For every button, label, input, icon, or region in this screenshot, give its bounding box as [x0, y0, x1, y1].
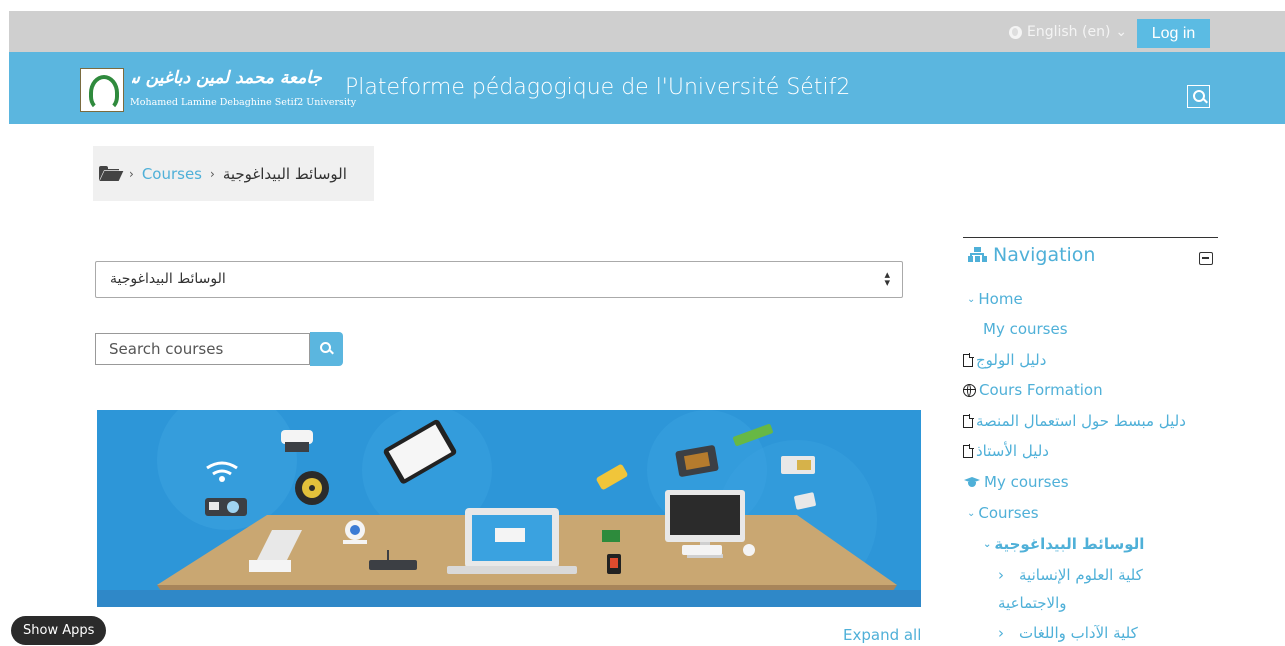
nav-item-courses[interactable]: ⌄ Courses — [967, 504, 1039, 522]
show-apps-button[interactable]: Show Apps — [11, 616, 107, 645]
breadcrumb-current: الوسائط البيداغوجية — [222, 164, 347, 183]
nav-item-my-courses[interactable]: My courses — [963, 473, 1069, 491]
search-courses-input[interactable] — [95, 333, 310, 365]
chevron-left-icon: ‹ — [998, 566, 1004, 584]
nav-item-label: والاجتماعية — [998, 594, 1067, 612]
nav-item-label: دليل الولوج — [976, 351, 1047, 369]
navigation-title: Navigation — [968, 244, 1095, 266]
nav-item-platform-guide[interactable]: دليل مبسط حول استعمال المنصة — [963, 412, 1186, 430]
page-edge — [0, 0, 9, 646]
language-menu[interactable]: English (en) ⌄ — [1009, 24, 1127, 40]
nav-item-label: Courses — [978, 504, 1039, 522]
nav-item-label: My courses — [984, 473, 1069, 491]
category-select[interactable]: الوسائط البيداغوجية ▴ ▾ — [95, 261, 903, 298]
navigation-divider — [963, 237, 1218, 238]
search-courses-button[interactable] — [310, 332, 343, 366]
nav-item-home[interactable]: ⌄ Home — [967, 290, 1023, 308]
logo-arabic-name: جامعة محمد لمين دباغين سطيف٢ — [132, 68, 322, 88]
chevron-down-icon: ⌄ — [983, 538, 992, 550]
nav-item-label: كلية الآداب واللغات — [1019, 624, 1138, 642]
file-icon — [963, 353, 974, 367]
nav-item-label: الوسائط البيداغوجية — [994, 535, 1145, 553]
category-banner-image — [97, 410, 921, 607]
nav-item-label: Cours Formation — [979, 381, 1103, 399]
language-label: English (en) — [1027, 24, 1111, 40]
category-select-value: الوسائط البيداغوجية — [110, 271, 226, 287]
logo-latin-name: Mohamed Lamine Debaghine Setif2 Universi… — [130, 97, 357, 108]
search-icon — [320, 342, 331, 353]
folder-open-icon[interactable] — [99, 166, 124, 181]
chevron-down-icon: ⌄ — [1115, 24, 1128, 40]
login-button[interactable]: Log in — [1137, 19, 1210, 48]
sitemap-icon — [968, 247, 987, 263]
expand-all-link[interactable]: Expand all — [843, 626, 921, 644]
breadcrumb-separator: › — [129, 166, 134, 181]
nav-item-teacher-guide[interactable]: دليل الأستاذ — [963, 442, 1049, 460]
nav-item-my-courses-link[interactable]: My courses — [983, 320, 1068, 338]
select-arrows-icon: ▴ ▾ — [884, 268, 890, 289]
breadcrumb-courses[interactable]: Courses — [142, 165, 202, 183]
graduation-cap-icon — [963, 476, 981, 488]
nav-item-label: My courses — [983, 320, 1068, 338]
breadcrumb: › Courses › الوسائط البيداغوجية — [93, 146, 374, 201]
chevron-down-icon: ⌄ — [967, 293, 976, 305]
chevron-down-icon: ⌄ — [967, 507, 976, 519]
nav-item-cours-formation[interactable]: Cours Formation — [963, 381, 1103, 399]
nav-item-access-guide[interactable]: دليل الولوج — [963, 351, 1046, 369]
globe-icon — [1009, 25, 1022, 39]
nav-item-letters-faculty[interactable]: كلية الآداب واللغات ‹ — [998, 624, 1138, 642]
university-logo[interactable]: جامعة محمد لمين دباغين سطيف٢ Mohamed Lam… — [80, 68, 356, 114]
file-icon — [963, 444, 974, 458]
nav-item-label: دليل مبسط حول استعمال المنصة — [976, 412, 1186, 430]
header-search-button[interactable] — [1187, 85, 1210, 108]
collapse-block-button[interactable] — [1199, 252, 1213, 265]
chevron-left-icon: ‹ — [998, 624, 1004, 642]
nav-item-humanities-faculty-continued[interactable]: والاجتماعية — [998, 594, 1067, 612]
file-icon — [963, 414, 974, 428]
breadcrumb-separator: › — [210, 166, 215, 181]
navigation-title-label: Navigation — [993, 244, 1096, 266]
nav-item-label: دليل الأستاذ — [976, 442, 1049, 460]
nav-item-label: كلية العلوم الإنسانية — [1019, 566, 1143, 584]
search-icon — [1193, 90, 1205, 102]
nav-item-humanities-faculty[interactable]: كلية العلوم الإنسانية ‹ — [998, 566, 1143, 584]
nav-item-label: Home — [978, 290, 1023, 308]
site-title[interactable]: Plateforme pédagogique de l'Université S… — [345, 75, 850, 100]
globe-icon — [963, 383, 976, 397]
top-bar: English (en) ⌄ — [9, 11, 1285, 52]
nav-item-pedagogical-media[interactable]: الوسائط البيداغوجية ⌄ — [983, 535, 1144, 553]
logo-emblem-icon — [80, 68, 124, 112]
